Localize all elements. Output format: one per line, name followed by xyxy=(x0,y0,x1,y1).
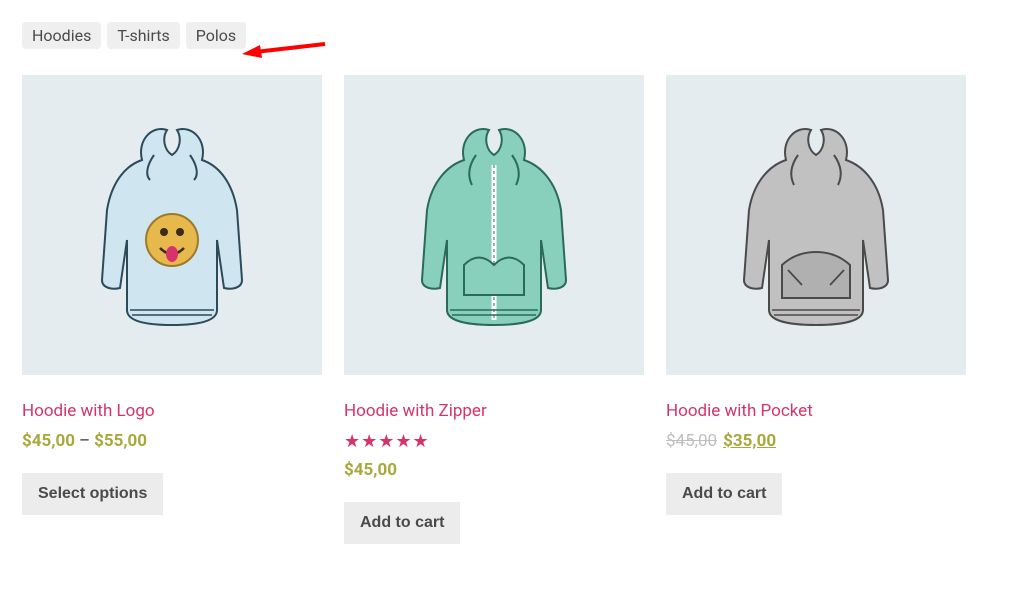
product-title[interactable]: Hoodie with Logo xyxy=(22,401,322,421)
filter-chip-hoodies[interactable]: Hoodies xyxy=(22,22,101,49)
add-to-cart-button[interactable]: Add to cart xyxy=(666,473,782,515)
product-price: $45,00 xyxy=(344,460,644,480)
product-price: $45,00–$55,00 xyxy=(22,431,322,451)
product-card: Sale! Hoodie with Pocket $45,00$35,00 Ad… xyxy=(666,75,966,544)
product-card: Hoodie with Zipper ★★★★★ $45,00 Add to c… xyxy=(344,75,644,544)
product-grid: Hoodie with Logo $45,00–$55,00 Select op… xyxy=(22,75,1002,544)
product-price: $45,00 $35,00 xyxy=(666,431,966,451)
add-to-cart-button[interactable]: Add to cart xyxy=(344,502,460,544)
product-title[interactable]: Hoodie with Pocket xyxy=(666,401,966,421)
filter-bar: Hoodies T-shirts Polos xyxy=(22,22,1002,49)
product-title[interactable]: Hoodie with Zipper xyxy=(344,401,644,421)
price-sale: $35,00 xyxy=(723,431,776,451)
hoodie-green-zipper-icon xyxy=(394,120,594,330)
product-image[interactable] xyxy=(666,75,966,375)
price-high: $55,00 xyxy=(94,431,147,451)
hoodie-grey-pocket-icon xyxy=(716,120,916,330)
select-options-button[interactable]: Select options xyxy=(22,473,163,515)
filter-chip-tshirts[interactable]: T-shirts xyxy=(107,22,179,49)
product-image[interactable] xyxy=(344,75,644,375)
hoodie-blue-logo-icon xyxy=(72,120,272,330)
price-low: $45,00 xyxy=(22,431,75,451)
product-image[interactable] xyxy=(22,75,322,375)
price-separator: – xyxy=(79,431,90,451)
rating-stars-icon: ★★★★★ xyxy=(344,431,644,452)
price-old: $45,00 xyxy=(666,431,717,451)
price-value: $45,00 xyxy=(344,460,397,480)
filter-chip-polos[interactable]: Polos xyxy=(186,22,246,49)
product-card: Hoodie with Logo $45,00–$55,00 Select op… xyxy=(22,75,322,544)
